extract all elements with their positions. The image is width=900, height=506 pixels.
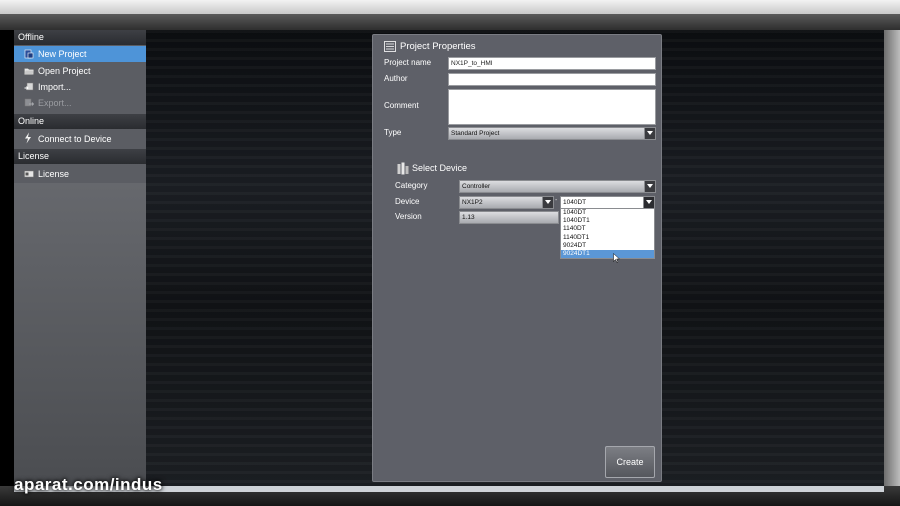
export-icon: [24, 98, 34, 107]
type-select[interactable]: Standard Project: [448, 127, 656, 140]
select-device-title: Select Device: [412, 163, 468, 173]
type-select-value: Standard Project: [451, 130, 500, 137]
dropdown-option[interactable]: 9024DT: [561, 242, 654, 250]
author-label: Author: [384, 74, 408, 83]
version-label: Version: [395, 212, 422, 221]
sidebar-item-license[interactable]: License: [14, 166, 146, 182]
chevron-down-icon[interactable]: [643, 197, 654, 208]
mouse-cursor-icon: [613, 253, 621, 263]
comment-label: Comment: [384, 101, 419, 110]
device-separator: -: [555, 197, 558, 204]
chevron-down-icon[interactable]: [542, 197, 553, 208]
sidebar-header-license: License: [14, 149, 146, 164]
sidebar-item-connect-to-device[interactable]: Connect to Device: [14, 131, 146, 147]
device-model-dropdown[interactable]: 1040DT 1040DT1 1140DT 1140DT1 9024DT 902…: [560, 208, 655, 260]
sidebar-empty-area: [14, 183, 146, 486]
type-label: Type: [384, 128, 402, 137]
category-label: Category: [395, 181, 428, 190]
folder-open-icon: [24, 68, 34, 75]
device-series-value: NX1P2: [462, 199, 483, 206]
device-series-select[interactable]: NX1P2: [459, 196, 554, 209]
sidebar-item-open-project[interactable]: Open Project: [14, 63, 146, 79]
window-toolbar-strip: [0, 14, 900, 30]
window-right-edge: [884, 30, 900, 486]
new-project-icon: [24, 49, 34, 59]
sidebar-item-label: Connect to Device: [38, 134, 112, 144]
window-title-bar: [0, 0, 900, 14]
sidebar-header-offline: Offline: [14, 30, 146, 45]
dropdown-option-highlighted[interactable]: 9024DT1: [561, 249, 654, 259]
sidebar-item-label: License: [38, 169, 70, 179]
chevron-down-icon[interactable]: [644, 181, 655, 192]
sidebar-item-import[interactable]: Import...: [14, 79, 146, 95]
sidebar-item-label: Import...: [38, 82, 72, 92]
import-icon: [24, 82, 34, 91]
author-input[interactable]: [448, 73, 656, 86]
sidebar-item-new-project[interactable]: New Project: [14, 46, 146, 62]
dropdown-option[interactable]: 1140DT1: [561, 234, 654, 242]
category-select[interactable]: Controller: [459, 180, 656, 193]
project-properties-panel: Project Properties Project name NX1P_to_…: [372, 34, 662, 482]
sidebar-item-label: Open Project: [38, 66, 91, 76]
version-select[interactable]: 1.13: [459, 211, 559, 224]
project-name-input[interactable]: NX1P_to_HMI: [448, 57, 656, 70]
dropdown-option[interactable]: 1040DT: [561, 209, 654, 217]
chevron-down-icon[interactable]: [644, 128, 655, 139]
dropdown-option[interactable]: 1040DT1: [561, 217, 654, 225]
sidebar-item-label: Export...: [38, 98, 72, 108]
version-select-value: 1.13: [462, 214, 475, 221]
category-select-value: Controller: [462, 183, 491, 190]
lightning-icon: [25, 132, 31, 144]
start-sidebar: Offline New Project Open Project Import.…: [14, 30, 146, 486]
comment-textarea[interactable]: [448, 89, 656, 125]
device-model-value: 1040DT: [563, 199, 587, 206]
dropdown-option[interactable]: 1140DT: [561, 225, 654, 233]
create-button[interactable]: Create: [605, 446, 655, 478]
device-label: Device: [395, 197, 420, 206]
watermark-text: aparat.com/indus: [14, 475, 163, 494]
dialog-title: Project Properties: [400, 41, 476, 52]
device-icon: [397, 162, 409, 175]
project-name-label: Project name: [384, 58, 432, 67]
properties-icon: [384, 41, 396, 52]
license-icon: [24, 170, 34, 178]
sidebar-item-label: New Project: [38, 49, 87, 59]
sidebar-header-online: Online: [14, 114, 146, 129]
sidebar-item-export[interactable]: Export...: [14, 95, 146, 111]
